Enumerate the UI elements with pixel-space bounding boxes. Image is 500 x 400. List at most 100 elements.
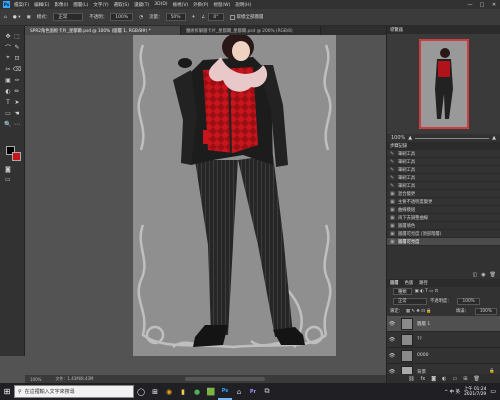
blend-mode-select[interactable]: 正常 xyxy=(393,297,427,305)
document-canvas[interactable] xyxy=(133,33,336,356)
tray-icons[interactable]: ^ 中 英 xyxy=(444,389,460,395)
path-select-tool-icon[interactable]: ➤ xyxy=(13,98,21,106)
menu-help[interactable]: 說明(H) xyxy=(235,2,251,8)
eye-icon[interactable]: 👁 xyxy=(387,353,397,359)
layer-row[interactable]: 👁 圖層 1 xyxy=(387,316,500,332)
adjustment-icon[interactable]: ◐ xyxy=(442,376,446,382)
airbrush-icon[interactable]: ✈ xyxy=(192,15,196,20)
maximize-button[interactable]: □ xyxy=(476,2,488,8)
history-brush-tool-icon[interactable]: ◐ xyxy=(4,87,12,95)
stamp-tool-icon[interactable]: ✑ xyxy=(13,76,21,84)
tab-layers[interactable]: 圖層 xyxy=(390,280,399,286)
snapshot-icon[interactable]: ◫ xyxy=(473,272,478,278)
history-item[interactable]: ▣ 圖層可見度 (頂部階層) xyxy=(387,230,500,238)
background-color-swatch[interactable] xyxy=(12,152,21,161)
zoom-tool-icon[interactable]: 🔍 xyxy=(4,120,12,128)
marquee-tool-icon[interactable]: ⬚ xyxy=(13,32,21,40)
history-item[interactable]: ▣ 主要不透明度變更 xyxy=(387,198,500,206)
line-icon[interactable]: 🟩 xyxy=(204,383,218,400)
home-icon[interactable]: ⌂ xyxy=(4,15,7,20)
menu-view[interactable]: 檢視(V) xyxy=(173,2,189,8)
history-item-selected[interactable]: ▣ 圖層可見度 xyxy=(387,238,500,246)
fill-input[interactable]: 100% xyxy=(474,307,497,315)
menu-select[interactable]: 選取(S) xyxy=(114,2,129,8)
flow-input[interactable]: 50% xyxy=(165,13,186,21)
angle-input[interactable]: 0° xyxy=(208,13,224,21)
delete-layer-icon[interactable]: 🗑 xyxy=(473,376,479,382)
lasso-tool-icon[interactable]: ⌒ xyxy=(4,43,12,52)
tab-document-2[interactable]: 魔術拆解圖卡片_星都爾_星都爾.psd @ 200% (RGB/8) xyxy=(181,26,321,35)
history-item[interactable]: ✎ 筆刷工具 xyxy=(387,150,500,158)
quick-select-tool-icon[interactable]: ✎ xyxy=(13,43,21,51)
navigator-header[interactable]: 導覽器 xyxy=(387,26,500,34)
layer-row[interactable]: 👁 0000 xyxy=(387,348,500,364)
crop-tool-icon[interactable]: ⌖ xyxy=(4,54,12,62)
tab-document-1[interactable]: SPR2角色面板卡片_星都爾.psd @ 100% (圖層 1, RGB/8#)… xyxy=(25,26,181,35)
premiere-icon[interactable]: Pr xyxy=(246,383,260,400)
eyedropper-tool-icon[interactable]: ✂ xyxy=(4,65,12,73)
app-icon[interactable]: ● xyxy=(190,383,204,400)
frame-tool-icon[interactable]: ⊡ xyxy=(13,54,21,62)
type-tool-icon[interactable]: T xyxy=(4,98,12,106)
navigator-preview[interactable] xyxy=(387,34,500,134)
menu-filter[interactable]: 濾鏡(T) xyxy=(134,2,149,8)
app-icon[interactable]: ⧉ xyxy=(260,383,274,400)
pressure-opacity-icon[interactable]: ◔ xyxy=(139,15,143,20)
zoom-in-icon[interactable]: ▲ xyxy=(492,135,496,141)
eraser-tool-icon[interactable]: ✏ xyxy=(13,87,21,95)
history-item[interactable]: ▣ 再下去調整曲線 xyxy=(387,214,500,222)
brush-settings-icon[interactable]: ▣ xyxy=(26,15,30,20)
horizontal-scrollbar[interactable] xyxy=(185,377,265,381)
camera-icon[interactable]: ◉ xyxy=(481,272,485,278)
eye-icon[interactable]: 👁 xyxy=(387,321,397,327)
history-item[interactable]: ▣ 曲線模組 xyxy=(387,206,500,214)
move-tool-icon[interactable]: ✥ xyxy=(4,32,12,40)
zoom-level[interactable]: 100% xyxy=(30,377,41,382)
tab-channels[interactable]: 色版 xyxy=(405,280,414,286)
history-item[interactable]: ✎ 筆刷工具 xyxy=(387,174,500,182)
layer-row[interactable]: 👁?? xyxy=(387,332,500,348)
mode-select[interactable]: 正常 xyxy=(53,13,84,21)
brush-preset-icon[interactable]: ● ▾ xyxy=(13,15,21,20)
notification-icon[interactable]: ▭ xyxy=(490,388,496,395)
menu-type[interactable]: 文字(Y) xyxy=(93,2,108,8)
healing-tool-icon[interactable]: ⌫ xyxy=(13,65,21,73)
menu-window[interactable]: 視窗(W) xyxy=(213,2,230,8)
chrome-icon[interactable]: ◉ xyxy=(162,383,176,400)
layer-kind-select[interactable]: 種類 xyxy=(393,288,412,295)
taskbar-search[interactable]: ⚲ 在這裡輸入文字來搜尋 xyxy=(14,385,134,398)
fx-icon[interactable]: fx xyxy=(421,376,426,382)
history-item[interactable]: ✎ 筆刷工具 xyxy=(387,166,500,174)
menu-image[interactable]: 影像(I) xyxy=(54,2,68,8)
link-icon[interactable]: ⛓ xyxy=(408,376,414,382)
menu-edit[interactable]: 編輯(E) xyxy=(34,2,49,8)
quick-mask-icon[interactable]: ◙ xyxy=(5,166,11,173)
brush-tool-icon[interactable]: ▣ xyxy=(4,76,12,84)
menu-3d[interactable]: 3D(D) xyxy=(154,2,167,7)
windows-start-icon[interactable]: ⊞ xyxy=(0,383,14,400)
history-item[interactable]: ✎ 筆刷工具 xyxy=(387,158,500,166)
rectangle-tool-icon[interactable]: ▭ xyxy=(4,109,12,117)
menu-file[interactable]: 檔案(F) xyxy=(14,2,29,8)
file-explorer-icon[interactable]: ▮ xyxy=(176,383,190,400)
hand-tool-icon[interactable]: ☚ xyxy=(13,109,21,117)
tab-paths[interactable]: 路徑 xyxy=(419,280,428,286)
filter-icons[interactable]: ▣ ◐ T ▭ ⊡ xyxy=(415,289,439,294)
sample-all-checkbox[interactable] xyxy=(229,14,235,20)
opacity-input[interactable]: 100% xyxy=(110,13,134,21)
history-item[interactable]: ▣ 混合變更 xyxy=(387,190,500,198)
menu-layer[interactable]: 圖層(L) xyxy=(73,2,88,8)
app-icon[interactable]: ⌂ xyxy=(232,383,246,400)
mask-icon[interactable]: ◙ xyxy=(431,376,436,382)
screen-mode-icon[interactable]: ▭ xyxy=(5,176,11,183)
clock[interactable]: 上午 01:24 2021/7/29 xyxy=(464,387,486,397)
history-item[interactable]: ▣ 圖層填色 xyxy=(387,222,500,230)
history-item[interactable]: ✎ 筆刷工具 xyxy=(387,182,500,190)
photoshop-taskbar-icon[interactable]: Ps xyxy=(218,383,232,400)
history-header[interactable]: 步驟記錄 xyxy=(387,142,500,150)
minimize-button[interactable]: — xyxy=(464,2,476,8)
folder-icon[interactable]: ▭ xyxy=(453,376,458,382)
menu-plugins[interactable]: 外掛(P) xyxy=(193,2,208,8)
task-view-icon[interactable]: ⊞ xyxy=(148,383,162,400)
lock-icons[interactable]: ▦ ✎ ✥ ⊡ 🔒 xyxy=(406,309,432,314)
